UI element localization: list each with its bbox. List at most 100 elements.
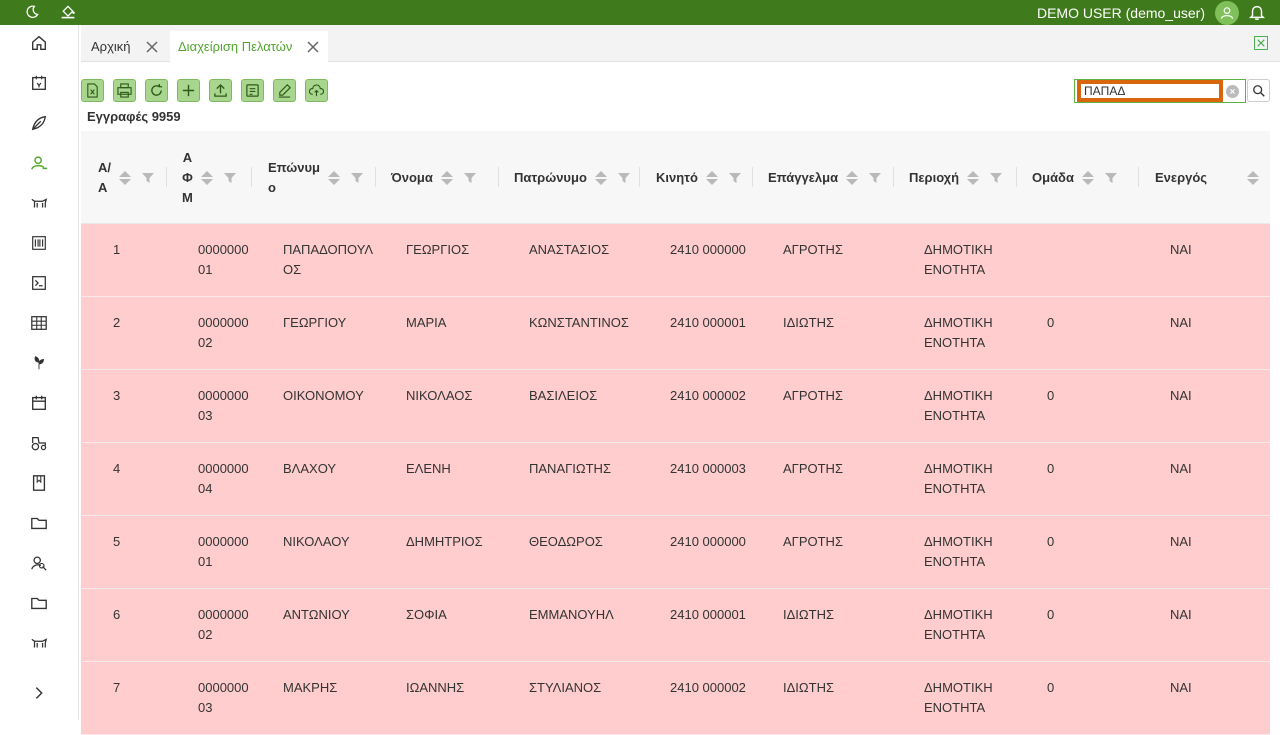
cell-afm: 0000000 04 [198,461,249,496]
filter-icon[interactable] [868,171,882,185]
cell-perioxi: ΔΗΜΟΤΙΚΗ ΕΝΟΤΗΤΑ [924,680,993,715]
search-input[interactable] [1077,80,1223,102]
records-count: Εγγραφές 9959 [87,109,181,124]
barcode-icon[interactable] [29,233,49,253]
column-header-afm[interactable]: ΑΦΜ [182,131,237,224]
cell-kinito: 2410 000003 [670,461,746,476]
table-row[interactable]: 2 0000000 02 ΓΕΩΡΓΙΟΥ ΜΑΡΙΑ ΚΩΝΣΤΑΝΤΙΝΟΣ 2410 … [81,297,1270,370]
cell-kinito: 2410 000001 [670,315,746,330]
chevron-right-icon[interactable] [29,683,49,703]
tab-customer-management[interactable]: Διαχείριση Πελατών [170,31,329,62]
cell-perioxi: ΔΗΜΟΤΙΚΗ ΕΝΟΤΗΤΑ [924,242,993,277]
seedling-icon[interactable] [29,353,49,373]
cell-eponymo: ΠΑΠΑΔΟΠΟΥΛ ΟΣ [283,242,374,277]
filter-icon[interactable] [1104,171,1118,185]
column-header-eponymo[interactable]: Επώνυμ ο [268,131,364,224]
sort-icon[interactable] [440,170,453,185]
close-icon[interactable] [145,40,159,54]
book-icon[interactable] [29,473,49,493]
sort-icon[interactable] [119,170,131,185]
print-icon[interactable] [113,79,136,102]
table-row[interactable]: 6 0000000 02 ΑΝΤΩΝΙΟΥ ΣΟΦΙΑ ΕΜΜΑΝΟΥΗΛ 2410 000… [81,589,1270,662]
cell-patronymo: ΚΩΝΣΤΑΝΤΙΝΟΣ [529,315,629,330]
table-row[interactable]: 1 0000000 01 ΠΑΠΑΔΟΠΟΥΛ ΟΣ ΓΕΩΡΓΙΟΣ ΑΝΑΣΤΑΣΙΟΣ… [81,224,1270,297]
sort-icon[interactable] [328,170,340,185]
edit-icon[interactable] [273,79,296,102]
cell-perioxi: ΔΗΜΟΤΙΚΗ ΕΝΟΤΗΤΑ [924,388,993,423]
cell-kinito: 2410 000002 [670,388,746,403]
cell-aa: 6 [113,607,121,622]
grid-table-icon[interactable] [29,313,49,333]
bell-icon[interactable] [1248,3,1266,21]
invoice-icon[interactable] [29,73,49,93]
close-icon[interactable] [306,40,320,54]
folder-icon[interactable] [29,513,49,533]
cell-aa: 3 [113,388,121,403]
leaf-icon[interactable] [29,113,49,133]
sort-icon[interactable] [1247,170,1260,185]
filter-icon[interactable] [989,171,1003,185]
table-row[interactable]: 5 0000000 01 ΝΙΚΟΛΑΟΥ ΔΗΜΗΤΡΙΟΣ ΘΕΟΔΩΡΟΣ 2410 … [81,516,1270,589]
user-search-icon[interactable] [29,553,49,573]
cell-patronymo: ΠΑΝΑΓΙΩΤΗΣ [529,461,611,476]
cell-eponymo: ΓΕΩΡΓΙΟΥ [283,315,347,330]
cell-epaggelma: ΑΓΡΟΤΗΣ [783,388,843,403]
folder-icon[interactable] [29,593,49,613]
sort-icon[interactable] [846,170,859,185]
home-icon[interactable] [29,33,49,53]
cell-aa: 4 [113,461,121,476]
filter-icon[interactable] [728,171,742,185]
cell-energos: ΝΑΙ [1170,388,1192,403]
customer-icon[interactable] [29,153,49,173]
excel-export-icon[interactable] [81,79,104,102]
filter-icon[interactable] [141,171,155,185]
filter-icon[interactable] [223,171,237,185]
sort-icon[interactable] [705,170,718,185]
table-row[interactable]: 3 0000000 03 ΟΙΚΟΝΟΜΟΥ ΝΙΚΟΛΑΟΣ ΒΑΣΙΛΕΙΟΣ 2410… [81,370,1270,443]
column-header-patronymo[interactable]: Πατρώνυμο [514,131,631,224]
terminal-icon[interactable] [29,273,49,293]
column-header-epaggelma[interactable]: Επάγγελμα [768,131,882,224]
cell-onoma: ΝΙΚΟΛΑΟΣ [406,388,473,403]
tractor-icon[interactable] [29,433,49,453]
table-row[interactable]: 7 0000000 03 ΜΑΚΡΗΣ ΙΩΑΝΝΗΣ ΣΤΥΛΙΑΝΟΣ 2410 000… [81,662,1270,735]
column-header-perioxi[interactable]: Περιοχή [909,131,1003,224]
column-header-energos[interactable]: Ενεργός [1155,131,1260,224]
sort-icon[interactable] [200,170,213,185]
filter-icon[interactable] [463,171,477,185]
cell-afm: 0000000 03 [198,680,249,715]
table-row[interactable]: 4 0000000 04 ΒΛΑΧΟΥ ΕΛΕΝΗ ΠΑΝΑΓΙΩΤΗΣ 2410 0000… [81,443,1270,516]
cow-icon[interactable] [29,193,49,213]
cell-energos: ΝΑΙ [1170,607,1192,622]
filter-icon[interactable] [350,171,364,185]
cow-icon[interactable] [29,633,49,653]
search-button[interactable] [1247,79,1270,102]
cell-energos: ΝΑΙ [1170,315,1192,330]
tab-home[interactable]: Αρχική [83,31,167,62]
upload-icon[interactable] [209,79,232,102]
column-header-kinito[interactable]: Κινητό [656,131,742,224]
cell-onoma: ΜΑΡΙΑ [406,315,447,330]
cell-kinito: 2410 000001 [670,607,746,622]
add-icon[interactable] [177,79,200,102]
sort-icon[interactable] [967,170,980,185]
clear-icon[interactable] [1226,85,1239,98]
sort-icon[interactable] [594,170,607,185]
avatar-icon[interactable] [1215,1,1239,25]
moon-icon[interactable] [22,2,42,22]
column-header-omada[interactable]: Ομάδα [1032,131,1118,224]
filter-icon[interactable] [617,171,631,185]
column-header-onoma[interactable]: Όνομα [391,131,477,224]
table-body: 1 0000000 01 ΠΑΠΑΔΟΠΟΥΛ ΟΣ ΓΕΩΡΓΙΟΣ ΑΝΑΣΤΑΣΙΟΣ… [81,224,1270,735]
sort-icon[interactable] [1081,170,1094,185]
excel-icon[interactable] [1254,36,1268,50]
copy-icon[interactable] [241,79,264,102]
sidebar [0,25,79,720]
cloud-upload-icon[interactable] [305,79,328,102]
refresh-icon[interactable] [145,79,168,102]
calendar-icon[interactable] [29,393,49,413]
column-header-aa[interactable]: Α/Α [98,131,155,224]
user-name[interactable]: DEMO USER (demo_user) [1037,5,1205,21]
paint-bucket-icon[interactable] [58,2,78,22]
cell-patronymo: ΣΤΥΛΙΑΝΟΣ [529,680,602,695]
